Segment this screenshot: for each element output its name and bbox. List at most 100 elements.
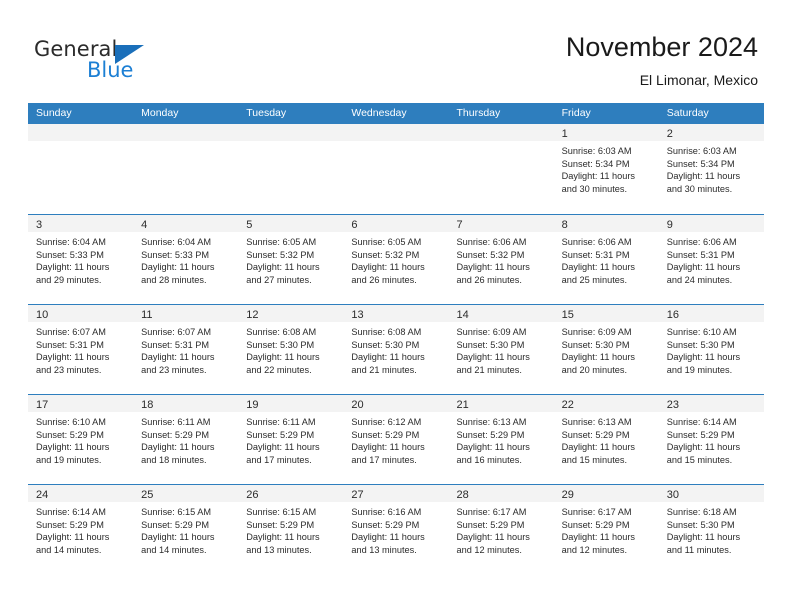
- day-sun-info: Sunrise: 6:12 AM Sunset: 5:29 PM Daylight:…: [343, 412, 448, 466]
- day-info-line: Sunrise: 6:06 AM: [666, 237, 737, 247]
- day-number-band: 16: [658, 305, 764, 322]
- day-info-line: and 26 minutes.: [351, 274, 417, 285]
- day-cell-9[interactable]: 9 Sunrise: 6:06 AM Sunset: 5:31 PM Daylight…: [658, 215, 764, 304]
- day-cell-13[interactable]: 13 Sunrise: 6:08 AM Sunset: 5:30 PM Dayligh…: [343, 305, 449, 394]
- day-number-band: 12: [238, 305, 344, 322]
- day-cell-28[interactable]: 28 Sunrise: 6:17 AM Sunset: 5:29 PM Dayligh…: [448, 485, 554, 574]
- day-cell-8[interactable]: 8 Sunrise: 6:06 AM Sunset: 5:31 PM Daylight…: [553, 215, 659, 304]
- day-number-band: 4: [133, 215, 239, 232]
- day-cell-25[interactable]: 25 Sunrise: 6:15 AM Sunset: 5:29 PM Dayligh…: [133, 485, 239, 574]
- day-info-line: Sunrise: 6:14 AM: [36, 507, 106, 517]
- day-sun-info: Sunrise: 6:04 AM Sunset: 5:33 PM Daylight:…: [28, 232, 133, 286]
- day-sun-info: [343, 141, 448, 145]
- day-info-line: and 22 minutes.: [246, 364, 312, 375]
- day-cell-24[interactable]: 24 Sunrise: 6:14 AM Sunset: 5:29 PM Dayligh…: [28, 485, 134, 574]
- day-cell-7[interactable]: 7 Sunrise: 6:06 AM Sunset: 5:32 PM Daylight…: [448, 215, 554, 304]
- day-sun-info: Sunrise: 6:06 AM Sunset: 5:31 PM Daylight:…: [554, 232, 659, 286]
- day-cell-5[interactable]: 5 Sunrise: 6:05 AM Sunset: 5:32 PM Daylight…: [238, 215, 344, 304]
- day-sun-info: [238, 141, 343, 145]
- day-cell-6[interactable]: 6 Sunrise: 6:05 AM Sunset: 5:32 PM Daylight…: [343, 215, 449, 304]
- day-cell-11[interactable]: 11 Sunrise: 6:07 AM Sunset: 5:31 PM Dayligh…: [133, 305, 239, 394]
- day-cell-22[interactable]: 22 Sunrise: 6:13 AM Sunset: 5:29 PM Dayligh…: [553, 395, 659, 484]
- day-info-line: Sunrise: 6:09 AM: [561, 327, 632, 337]
- day-cell-4[interactable]: 4 Sunrise: 6:04 AM Sunset: 5:33 PM Daylight…: [133, 215, 239, 304]
- day-number: 6: [351, 219, 358, 231]
- day-cell-15[interactable]: 15 Sunrise: 6:09 AM Sunset: 5:30 PM Dayligh…: [553, 305, 659, 394]
- weekday-header-wednesday: Wednesday: [351, 107, 407, 119]
- day-sun-info: Sunrise: 6:15 AM Sunset: 5:29 PM Daylight:…: [238, 502, 343, 556]
- day-info-line: Sunset: 5:29 PM: [246, 519, 315, 530]
- day-number-band: 18: [133, 395, 239, 412]
- day-sun-info: Sunrise: 6:04 AM Sunset: 5:33 PM Daylight:…: [133, 232, 238, 286]
- day-sun-info: Sunrise: 6:06 AM Sunset: 5:31 PM Daylight:…: [659, 232, 764, 286]
- page-title: November 2024: [565, 32, 758, 62]
- day-info-line: Sunrise: 6:15 AM: [141, 507, 212, 517]
- day-info-line: Sunset: 5:29 PM: [561, 429, 630, 440]
- day-number: 14: [456, 309, 469, 321]
- day-number-band: 8: [553, 215, 659, 232]
- day-number: 21: [456, 399, 469, 411]
- day-info-line: Sunrise: 6:11 AM: [246, 417, 316, 427]
- day-cell-30[interactable]: 30 Sunrise: 6:18 AM Sunset: 5:30 PM Dayligh…: [658, 485, 764, 574]
- day-number-band: 15: [553, 305, 659, 322]
- day-info-line: and 13 minutes.: [351, 544, 417, 555]
- day-cell-20[interactable]: 20 Sunrise: 6:12 AM Sunset: 5:29 PM Dayligh…: [343, 395, 449, 484]
- day-number-band: 9: [658, 215, 764, 232]
- day-number-band: 30: [658, 485, 764, 502]
- day-info-line: and 25 minutes.: [561, 274, 628, 285]
- day-cell-18[interactable]: 18 Sunrise: 6:11 AM Sunset: 5:29 PM Dayligh…: [133, 395, 239, 484]
- day-sun-info: [133, 141, 238, 145]
- day-info-line: and 15 minutes.: [561, 454, 628, 465]
- day-info-line: and 14 minutes.: [36, 544, 102, 555]
- day-cell-3[interactable]: 3 Sunrise: 6:04 AM Sunset: 5:33 PM Daylight…: [28, 215, 134, 304]
- day-number: 30: [666, 489, 679, 501]
- day-info-line: Sunrise: 6:08 AM: [351, 327, 422, 337]
- day-info-line: Daylight: 11 hours: [246, 262, 320, 273]
- day-number: 1: [561, 128, 568, 140]
- day-info-line: and 21 minutes.: [351, 364, 417, 375]
- day-info-line: Sunrise: 6:04 AM: [36, 237, 106, 247]
- day-sun-info: Sunrise: 6:17 AM Sunset: 5:29 PM Daylight:…: [554, 502, 659, 556]
- day-cell-21[interactable]: 21 Sunrise: 6:13 AM Sunset: 5:29 PM Dayligh…: [448, 395, 554, 484]
- day-cell-14[interactable]: 14 Sunrise: 6:09 AM Sunset: 5:30 PM Dayligh…: [448, 305, 554, 394]
- day-cell-23[interactable]: 23 Sunrise: 6:14 AM Sunset: 5:29 PM Dayligh…: [658, 395, 764, 484]
- day-number: 23: [666, 399, 679, 411]
- day-cell-17[interactable]: 17 Sunrise: 6:10 AM Sunset: 5:29 PM Dayligh…: [28, 395, 134, 484]
- calendar-week-row: 1 Sunrise: 6:03 AM Sunset: 5:34 PM Daylight…: [28, 124, 764, 214]
- day-number: 7: [456, 219, 463, 231]
- day-info-line: Daylight: 11 hours: [456, 352, 530, 363]
- day-cell-10[interactable]: 10 Sunrise: 6:07 AM Sunset: 5:31 PM Dayligh…: [28, 305, 134, 394]
- day-cell-16[interactable]: 16 Sunrise: 6:10 AM Sunset: 5:30 PM Dayligh…: [658, 305, 764, 394]
- day-info-line: Daylight: 11 hours: [246, 532, 320, 543]
- day-info-line: Sunset: 5:29 PM: [351, 519, 420, 530]
- day-cell-29[interactable]: 29 Sunrise: 6:17 AM Sunset: 5:29 PM Dayligh…: [553, 485, 659, 574]
- day-info-line: Sunrise: 6:10 AM: [666, 327, 737, 337]
- day-cell-empty: [238, 124, 344, 213]
- day-info-line: Daylight: 11 hours: [36, 532, 110, 543]
- day-cell-26[interactable]: 26 Sunrise: 6:15 AM Sunset: 5:29 PM Dayligh…: [238, 485, 344, 574]
- day-info-line: Daylight: 11 hours: [666, 442, 741, 453]
- day-info-line: Sunrise: 6:03 AM: [666, 146, 737, 156]
- day-number: 24: [36, 489, 49, 501]
- day-info-line: and 18 minutes.: [141, 454, 207, 465]
- day-info-line: and 12 minutes.: [456, 544, 522, 555]
- day-info-line: and 26 minutes.: [456, 274, 522, 285]
- day-info-line: and 15 minutes.: [666, 454, 733, 465]
- day-info-line: Daylight: 11 hours: [456, 442, 530, 453]
- day-cell-empty: [133, 124, 239, 213]
- day-sun-info: Sunrise: 6:10 AM Sunset: 5:29 PM Daylight:…: [28, 412, 133, 466]
- day-info-line: Sunrise: 6:04 AM: [141, 237, 212, 247]
- day-cell-1[interactable]: 1 Sunrise: 6:03 AM Sunset: 5:34 PM Daylight…: [553, 124, 659, 213]
- day-cell-empty: [28, 124, 134, 213]
- day-info-line: Sunset: 5:31 PM: [561, 249, 630, 260]
- general-blue-logo[interactable]: General Blue: [34, 37, 174, 87]
- calendar-week-row: 17 Sunrise: 6:10 AM Sunset: 5:29 PM Dayligh…: [28, 394, 764, 484]
- day-info-line: Daylight: 11 hours: [141, 352, 215, 363]
- day-cell-19[interactable]: 19 Sunrise: 6:11 AM Sunset: 5:29 PM Dayligh…: [238, 395, 344, 484]
- day-cell-27[interactable]: 27 Sunrise: 6:16 AM Sunset: 5:29 PM Dayligh…: [343, 485, 449, 574]
- day-info-line: Sunrise: 6:13 AM: [456, 417, 527, 427]
- day-sun-info: Sunrise: 6:07 AM Sunset: 5:31 PM Daylight:…: [28, 322, 133, 376]
- day-cell-2[interactable]: 2 Sunrise: 6:03 AM Sunset: 5:34 PM Daylight…: [658, 124, 764, 213]
- day-cell-12[interactable]: 12 Sunrise: 6:08 AM Sunset: 5:30 PM Dayligh…: [238, 305, 344, 394]
- day-number-band: 13: [343, 305, 449, 322]
